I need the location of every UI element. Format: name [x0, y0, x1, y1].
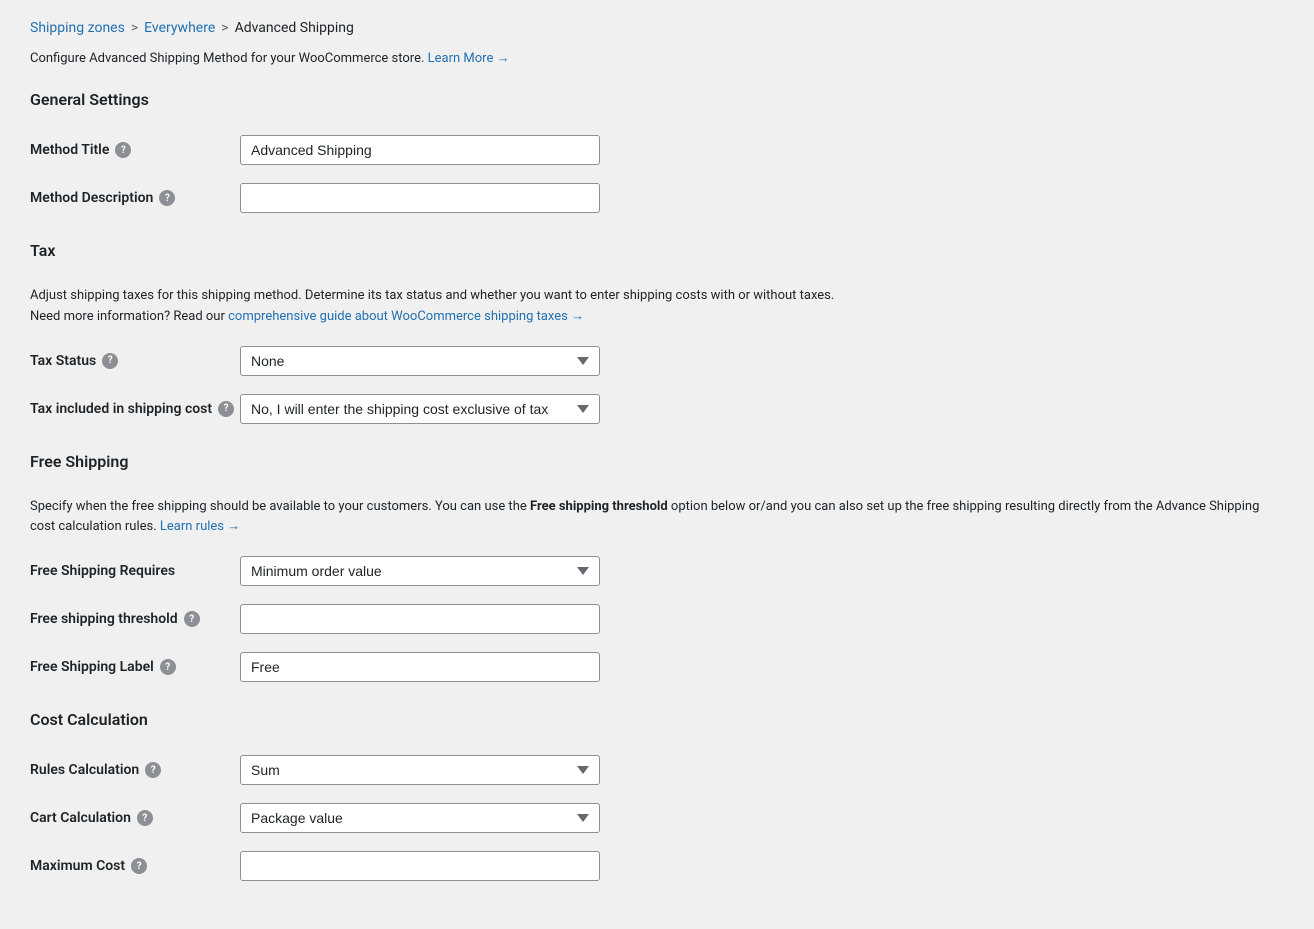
free-shipping-requires-label: Free Shipping Requires	[30, 563, 240, 579]
cart-calculation-select[interactable]: Package value Cart value	[240, 803, 600, 833]
cart-calculation-help-icon[interactable]: ?	[137, 810, 153, 826]
cost-calculation-title: Cost Calculation	[30, 710, 1284, 737]
tax-desc-line1: Adjust shipping taxes for this shipping …	[30, 288, 834, 303]
free-shipping-threshold-row: Free shipping threshold ?	[30, 604, 1284, 634]
tax-guide-link[interactable]: comprehensive guide about WooCommerce sh…	[228, 309, 584, 324]
free-shipping-requires-row: Free Shipping Requires Minimum order val…	[30, 556, 1284, 586]
free-shipping-description: Specify when the free shipping should be…	[30, 497, 1284, 539]
breadcrumb-current: Advanced Shipping	[235, 20, 354, 36]
free-shipping-requires-select[interactable]: Minimum order value Coupon Coupon or min…	[240, 556, 600, 586]
rules-calculation-label: Rules Calculation ?	[30, 762, 240, 778]
maximum-cost-help-icon[interactable]: ?	[131, 858, 147, 874]
maximum-cost-input[interactable]	[240, 851, 600, 881]
method-description-input[interactable]	[240, 183, 600, 213]
tax-status-help-icon[interactable]: ?	[102, 353, 118, 369]
rules-calculation-select[interactable]: Sum Average Minimum Maximum	[240, 755, 600, 785]
cart-calculation-label: Cart Calculation ?	[30, 810, 240, 826]
free-shipping-label-row: Free Shipping Label ?	[30, 652, 1284, 682]
tax-section: Tax Adjust shipping taxes for this shipp…	[30, 241, 1284, 424]
free-shipping-section: Free Shipping Specify when the free ship…	[30, 452, 1284, 683]
tax-section-title: Tax	[30, 241, 1284, 268]
tax-included-help-icon[interactable]: ?	[218, 401, 234, 417]
breadcrumb-separator-1: >	[131, 20, 138, 36]
free-shipping-threshold-help-icon[interactable]: ?	[184, 611, 200, 627]
breadcrumb-separator-2: >	[221, 20, 228, 36]
subtitle-text: Configure Advanced Shipping Method for y…	[30, 51, 424, 66]
method-title-label: Method Title ?	[30, 142, 240, 158]
breadcrumb-shipping-zones[interactable]: Shipping zones	[30, 20, 125, 36]
tax-status-row: Tax Status ? None Taxable Not Taxable	[30, 346, 1284, 376]
free-shipping-label-label: Free Shipping Label ?	[30, 659, 240, 675]
tax-status-select[interactable]: None Taxable Not Taxable	[240, 346, 600, 376]
tax-included-label: Tax included in shipping cost ?	[30, 401, 240, 417]
free-shipping-title: Free Shipping	[30, 452, 1284, 479]
tax-included-row: Tax included in shipping cost ? No, I wi…	[30, 394, 1284, 424]
rules-calculation-row: Rules Calculation ? Sum Average Minimum …	[30, 755, 1284, 785]
general-settings-section: General Settings Method Title ? Method D…	[30, 90, 1284, 213]
cost-calculation-section: Cost Calculation Rules Calculation ? Sum…	[30, 710, 1284, 881]
free-shipping-desc-start: Specify when the free shipping should be…	[30, 499, 527, 514]
free-shipping-label-help-icon[interactable]: ?	[160, 659, 176, 675]
rules-calculation-help-icon[interactable]: ?	[145, 762, 161, 778]
learn-more-link[interactable]: Learn More →	[428, 51, 510, 66]
tax-description: Adjust shipping taxes for this shipping …	[30, 286, 1284, 328]
general-settings-title: General Settings	[30, 90, 1284, 117]
tax-status-label: Tax Status ?	[30, 353, 240, 369]
maximum-cost-row: Maximum Cost ?	[30, 851, 1284, 881]
free-shipping-bold: Free shipping threshold	[530, 499, 668, 514]
breadcrumb-everywhere[interactable]: Everywhere	[144, 20, 215, 36]
method-description-help-icon[interactable]: ?	[159, 190, 175, 206]
learn-rules-link[interactable]: Learn rules →	[160, 519, 240, 534]
free-shipping-threshold-input[interactable]	[240, 604, 600, 634]
tax-included-select[interactable]: No, I will enter the shipping cost exclu…	[240, 394, 600, 424]
method-description-label: Method Description ?	[30, 190, 240, 206]
method-title-input[interactable]	[240, 135, 600, 165]
cart-calculation-row: Cart Calculation ? Package value Cart va…	[30, 803, 1284, 833]
method-description-row: Method Description ?	[30, 183, 1284, 213]
maximum-cost-label: Maximum Cost ?	[30, 858, 240, 874]
free-shipping-label-input[interactable]	[240, 652, 600, 682]
method-title-help-icon[interactable]: ?	[115, 142, 131, 158]
free-shipping-threshold-label: Free shipping threshold ?	[30, 611, 240, 627]
method-title-row: Method Title ?	[30, 135, 1284, 165]
page-subtitle: Configure Advanced Shipping Method for y…	[30, 50, 1284, 66]
breadcrumb: Shipping zones > Everywhere > Advanced S…	[30, 20, 1284, 36]
tax-desc-line2: Need more information? Read our	[30, 309, 225, 324]
